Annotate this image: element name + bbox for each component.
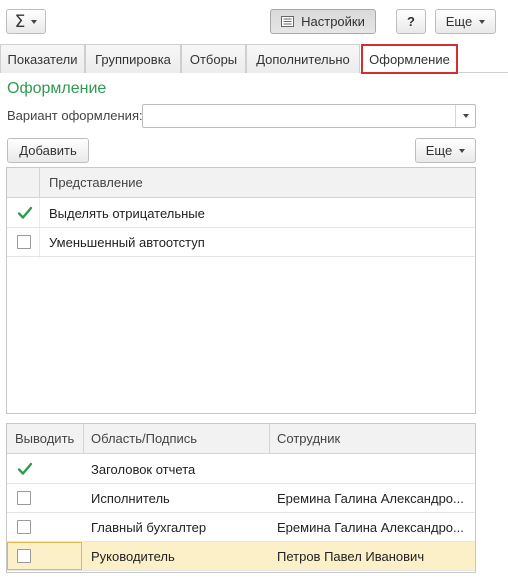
column-header-representation[interactable]: Представление — [49, 168, 143, 197]
tab-label: Показатели — [7, 51, 78, 67]
chevron-down-icon — [462, 114, 469, 118]
sigma-icon: Σ — [14, 11, 26, 32]
tab-additional[interactable]: Дополнительно — [246, 44, 360, 73]
column-header-label: Представление — [49, 175, 143, 190]
add-button[interactable]: Добавить — [7, 138, 89, 163]
row-employee: Еремина Галина Александро... — [277, 491, 464, 506]
table-header: Выводить Область/Подпись Сотрудник — [7, 424, 475, 454]
settings-list-icon — [281, 16, 295, 27]
column-header-area[interactable]: Область/Подпись — [91, 424, 197, 453]
table-row[interactable]: Главный бухгалтер Еремина Галина Алексан… — [7, 513, 475, 542]
chevron-down-icon — [459, 148, 466, 153]
tab-indicators[interactable]: Показатели — [0, 44, 85, 73]
tab-label: Дополнительно — [256, 51, 350, 67]
tab-formatting[interactable]: Оформление — [361, 44, 458, 74]
more-label: Еще — [425, 143, 453, 158]
table-header: Представление — [7, 168, 475, 198]
tab-label: Отборы — [189, 51, 238, 67]
settings-tabs: Показатели Группировка Отборы Дополнител… — [0, 44, 508, 74]
row-checkbox[interactable] — [17, 549, 31, 563]
output-table: Выводить Область/Подпись Сотрудник Загол… — [6, 423, 476, 573]
more-button[interactable]: Еще — [435, 9, 496, 34]
variant-label: Вариант оформления: — [7, 108, 143, 123]
chevron-down-icon — [479, 19, 486, 24]
column-header-label: Сотрудник — [277, 431, 341, 446]
table-row[interactable]: Уменьшенный автоотступ — [7, 228, 475, 257]
row-checkbox[interactable] — [17, 235, 31, 249]
row-area: Руководитель — [91, 549, 175, 564]
row-checkbox[interactable] — [17, 520, 31, 534]
column-header-label: Выводить — [15, 431, 75, 446]
row-area: Главный бухгалтер — [91, 520, 207, 535]
row-label: Выделять отрицательные — [49, 206, 205, 221]
row-label: Уменьшенный автоотступ — [49, 235, 205, 250]
variant-dropdown-button[interactable] — [455, 105, 475, 127]
row-checkbox[interactable] — [17, 462, 33, 476]
column-header-employee[interactable]: Сотрудник — [277, 424, 340, 453]
section-title: Оформление — [7, 80, 107, 97]
table-row[interactable]: Заголовок отчета — [7, 455, 475, 484]
sum-menu-button[interactable]: Σ — [6, 9, 46, 34]
tab-label: Оформление — [369, 51, 450, 67]
column-header-label: Область/Подпись — [91, 431, 198, 446]
add-label: Добавить — [19, 143, 77, 158]
help-label: ? — [407, 14, 415, 29]
table-row[interactable]: Исполнитель Еремина Галина Александро... — [7, 484, 475, 513]
help-button[interactable]: ? — [396, 9, 426, 34]
tab-label: Группировка — [95, 51, 171, 67]
row-checkbox[interactable] — [17, 206, 33, 220]
more-label: Еще — [445, 14, 473, 29]
checkmark-icon — [17, 462, 33, 475]
settings-label: Настройки — [301, 14, 365, 29]
section-more-button[interactable]: Еще — [415, 138, 476, 163]
settings-button[interactable]: Настройки — [270, 9, 376, 34]
row-employee: Петров Павел Иванович — [277, 549, 425, 564]
appearance-table: Представление Выделять отрицательные Уме… — [6, 167, 476, 414]
tab-grouping[interactable]: Группировка — [85, 44, 181, 73]
row-area: Заголовок отчета — [91, 462, 196, 477]
checkmark-icon — [17, 206, 33, 219]
table-row[interactable]: Выделять отрицательные — [7, 199, 475, 228]
row-area: Исполнитель — [91, 491, 170, 506]
row-employee: Еремина Галина Александро... — [277, 520, 464, 535]
chevron-down-icon — [31, 19, 38, 24]
row-checkbox[interactable] — [17, 491, 31, 505]
variant-select[interactable] — [142, 104, 476, 128]
table-row-selected[interactable]: Руководитель Петров Павел Иванович — [7, 542, 475, 571]
column-header-output[interactable]: Выводить — [15, 424, 74, 453]
tab-filters[interactable]: Отборы — [181, 44, 246, 73]
